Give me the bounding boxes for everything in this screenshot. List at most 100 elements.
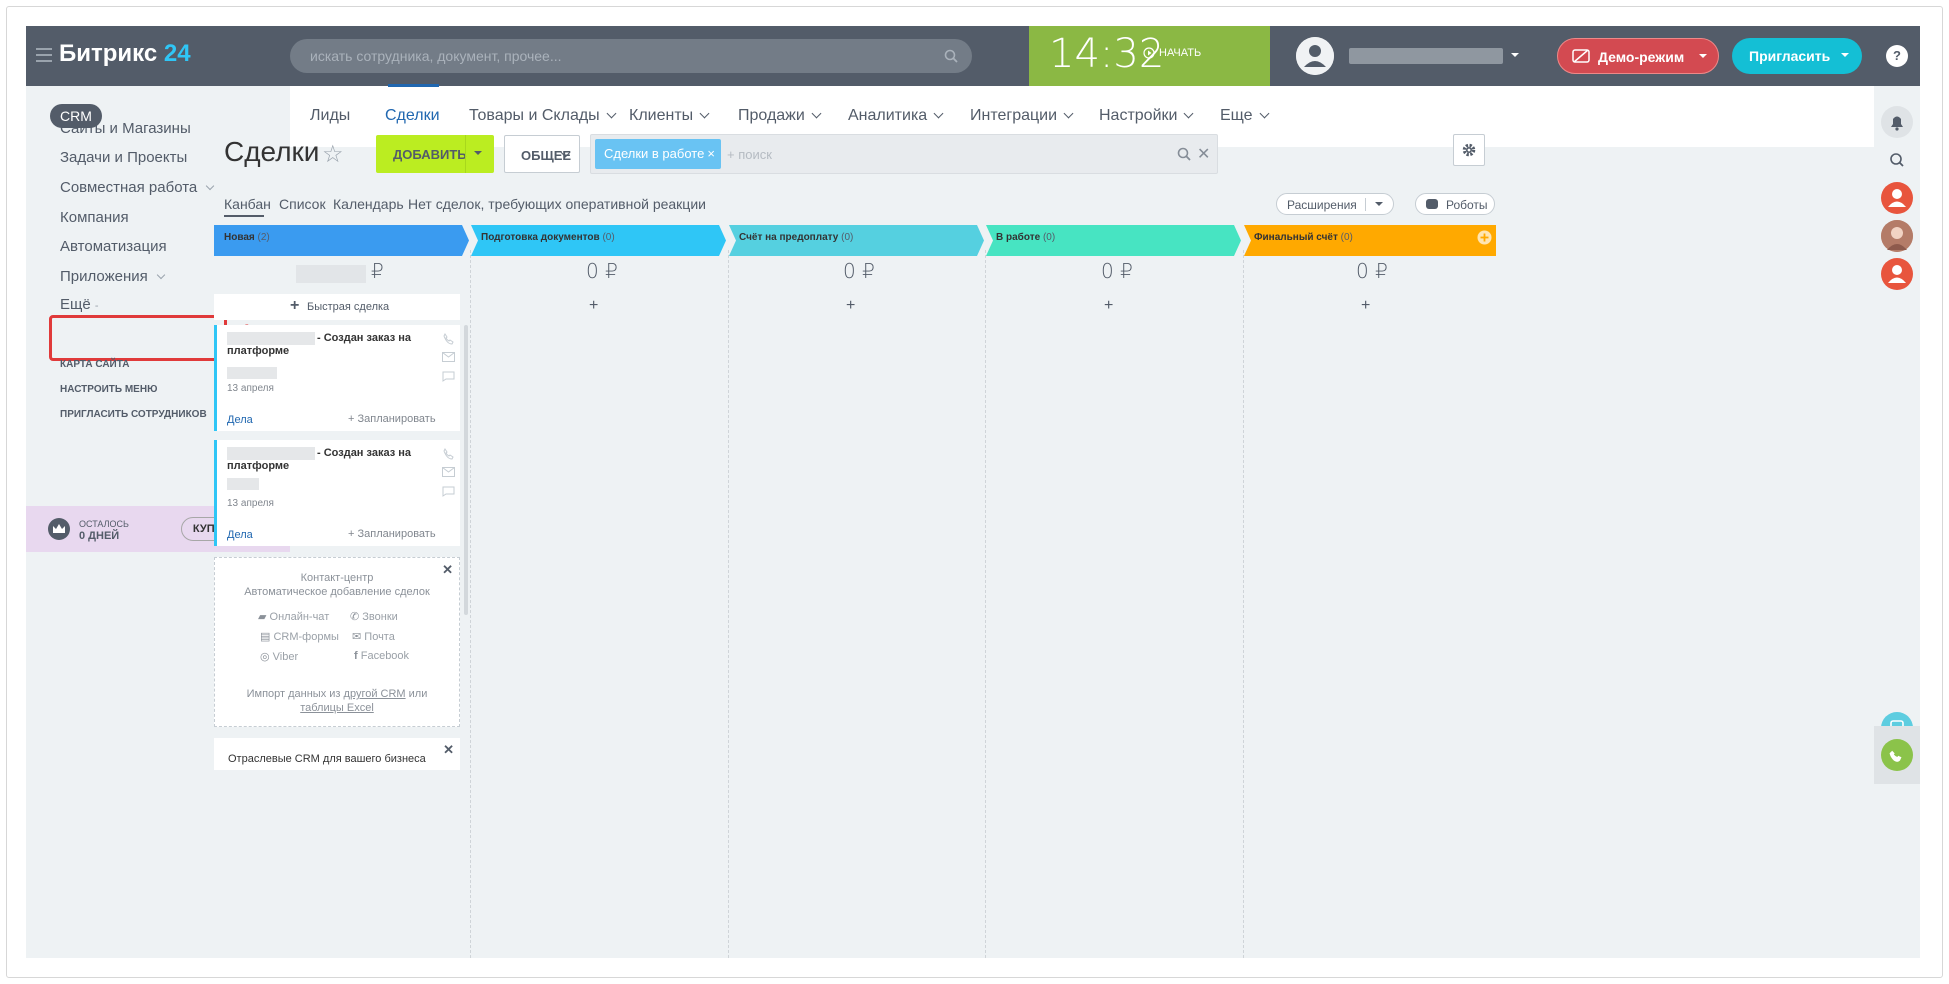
tab-clients[interactable]: Клиенты: [629, 107, 710, 125]
configure-menu-link[interactable]: НАСТРОИТЬ МЕНЮ: [60, 384, 157, 395]
close-icon[interactable]: ×: [707, 146, 715, 161]
view-tab-urgent[interactable]: Нет сделок, требующих оперативной реакци…: [408, 196, 706, 212]
deal-title[interactable]: - Создан заказ на платформе: [227, 332, 437, 358]
deal-filter-search[interactable]: Сделки в работе × + поиск ✕: [590, 134, 1218, 174]
mail-icon[interactable]: [442, 352, 455, 362]
left-menu-item-automation[interactable]: Автоматизация: [60, 238, 167, 255]
phone-icon[interactable]: [442, 333, 455, 346]
chevron-down-icon[interactable]: [474, 151, 482, 159]
filter-tag-label: Сделки в работе: [604, 146, 705, 161]
filter-tag[interactable]: Сделки в работе ×: [595, 139, 721, 169]
left-menu-item-more[interactable]: Ещё -: [60, 296, 99, 313]
import-text: Импорт данных из: [246, 688, 341, 700]
help-button[interactable]: ?: [1886, 45, 1908, 67]
quick-deal-button[interactable]: + Быстрая сделка: [214, 294, 460, 320]
stage-name: Счёт на предоплату: [739, 232, 839, 243]
workday-clock[interactable]: 14:32 НАЧАТЬ: [1029, 26, 1270, 86]
tab-analytics[interactable]: Аналитика: [848, 107, 944, 125]
tab-settings-label: Настройки: [1099, 107, 1178, 124]
view-tab-list[interactable]: Список: [279, 196, 326, 212]
add-deal-plus-inwork[interactable]: +: [1104, 297, 1113, 315]
view-tab-calendar[interactable]: Календарь: [333, 196, 404, 212]
stage-header-final[interactable]: Финальный счёт (0): [1244, 225, 1496, 256]
chat-icon[interactable]: [442, 486, 455, 497]
stage-header-docs[interactable]: Подготовка документов (0): [471, 225, 726, 256]
notifications-button[interactable]: [1881, 106, 1913, 138]
settings-button[interactable]: [1453, 134, 1485, 166]
chat-icon[interactable]: [442, 371, 455, 382]
deal-card[interactable]: - Создан заказ на платформе 13 апреля Де…: [214, 440, 460, 546]
channel-facebook[interactable]: f Facebook: [354, 650, 409, 662]
tab-integrations[interactable]: Интеграции: [970, 107, 1074, 125]
favorite-star-icon[interactable]: ☆: [322, 140, 344, 169]
tab-sales[interactable]: Продажи: [738, 107, 822, 125]
phone-button[interactable]: [1881, 739, 1913, 771]
more-dash-icon: -: [94, 300, 99, 312]
logo[interactable]: Битрикс 24: [59, 40, 191, 68]
import-other-crm-link[interactable]: другой CRM: [344, 688, 406, 700]
left-menu-item-tasks[interactable]: Задачи и Проекты: [60, 149, 187, 166]
contact-photo-avatar[interactable]: [1881, 220, 1913, 252]
chevron-down-icon[interactable]: [1511, 53, 1519, 61]
contact-avatar[interactable]: [1881, 182, 1913, 214]
start-workday-button[interactable]: НАЧАТЬ: [1159, 47, 1201, 59]
left-menu-item-company[interactable]: Компания: [60, 209, 129, 226]
add-deal-plus-prepay[interactable]: +: [846, 297, 855, 315]
tab-leads[interactable]: Лиды: [310, 107, 350, 125]
clear-search-icon[interactable]: ✕: [1197, 144, 1210, 164]
menu-burger-icon[interactable]: [36, 48, 52, 62]
contact-center-subtitle: Автоматическое добавление сделок: [244, 586, 430, 598]
invite-button[interactable]: Пригласить: [1732, 38, 1862, 74]
add-deal-button[interactable]: ДОБАВИТЬ: [376, 135, 494, 173]
channel-online-chat[interactable]: ▰ Онлайн-чат: [258, 610, 329, 623]
channel-mail[interactable]: ✉ Почта: [352, 630, 395, 643]
industry-crm-title[interactable]: Отраслевые CRM для вашего бизнеса: [228, 753, 426, 765]
logo-number: 24: [163, 40, 191, 67]
deal-card[interactable]: - Создан заказ на платформе 13 апреля Де…: [214, 325, 460, 431]
rail-search-button[interactable]: [1881, 144, 1913, 176]
user-name-blurred[interactable]: [1349, 48, 1503, 64]
stage-header-new[interactable]: Новая (2): [214, 225, 469, 256]
facebook-icon: f: [354, 650, 358, 662]
stage-header-prepay[interactable]: Счёт на предоплату (0): [729, 225, 984, 256]
contact-center-title: Контакт-центр: [300, 572, 374, 584]
filter-preset-button[interactable]: ОБЩЕЕ: [504, 135, 580, 173]
tab-settings[interactable]: Настройки: [1099, 107, 1194, 125]
channel-calls[interactable]: ✆ Звонки: [350, 610, 398, 623]
left-menu-item-collab[interactable]: Совместная работа: [60, 179, 215, 196]
tab-products[interactable]: Товары и Склады: [469, 107, 617, 125]
stage-header-inwork[interactable]: В работе (0): [986, 225, 1241, 256]
demo-mode-button[interactable]: Демо-режим: [1557, 38, 1719, 74]
add-deal-plus-final[interactable]: +: [1361, 297, 1370, 315]
phone-icon[interactable]: [442, 448, 455, 461]
left-menu-item-sites[interactable]: Сайты и Магазины: [60, 120, 191, 137]
contact-avatar[interactable]: [1881, 258, 1913, 290]
deal-activities-link[interactable]: Дела: [227, 529, 253, 541]
sitemap-link[interactable]: КАРТА САЙТА: [60, 359, 129, 370]
search-icon[interactable]: [1177, 147, 1191, 161]
stage-title: В работе (0): [996, 232, 1055, 243]
add-deal-plus-docs[interactable]: +: [589, 297, 598, 315]
chevron-down-icon: [1841, 53, 1849, 61]
invite-employees-link[interactable]: ПРИГЛАСИТЬ СОТРУДНИКОВ: [60, 409, 207, 420]
deal-plan-link[interactable]: + Запланировать: [348, 528, 436, 540]
channel-crm-forms[interactable]: ▤ CRM-формы: [260, 630, 339, 643]
column-scrollbar[interactable]: [464, 325, 468, 615]
form-icon: ▤: [260, 631, 271, 643]
channel-viber[interactable]: ◎ Viber: [260, 650, 298, 663]
mail-icon[interactable]: [442, 467, 455, 477]
tab-deals[interactable]: Сделки: [385, 107, 440, 125]
user-avatar[interactable]: [1296, 37, 1334, 75]
deal-activities-link[interactable]: Дела: [227, 414, 253, 426]
global-search[interactable]: искать сотрудника, документ, прочее...: [290, 39, 972, 73]
close-icon[interactable]: ✕: [443, 742, 454, 758]
view-tab-kanban[interactable]: Канбан: [224, 196, 271, 212]
deal-plan-link[interactable]: + Запланировать: [348, 413, 436, 425]
extensions-button[interactable]: Расширения: [1276, 193, 1394, 215]
add-stage-icon[interactable]: [1477, 230, 1492, 245]
robots-button[interactable]: Роботы: [1415, 193, 1495, 215]
import-excel-link[interactable]: таблицы Excel: [215, 702, 459, 714]
left-menu-item-apps[interactable]: Приложения: [60, 268, 166, 285]
tab-more[interactable]: Еще: [1220, 107, 1270, 125]
deal-title[interactable]: - Создан заказ на платформе: [227, 447, 437, 473]
